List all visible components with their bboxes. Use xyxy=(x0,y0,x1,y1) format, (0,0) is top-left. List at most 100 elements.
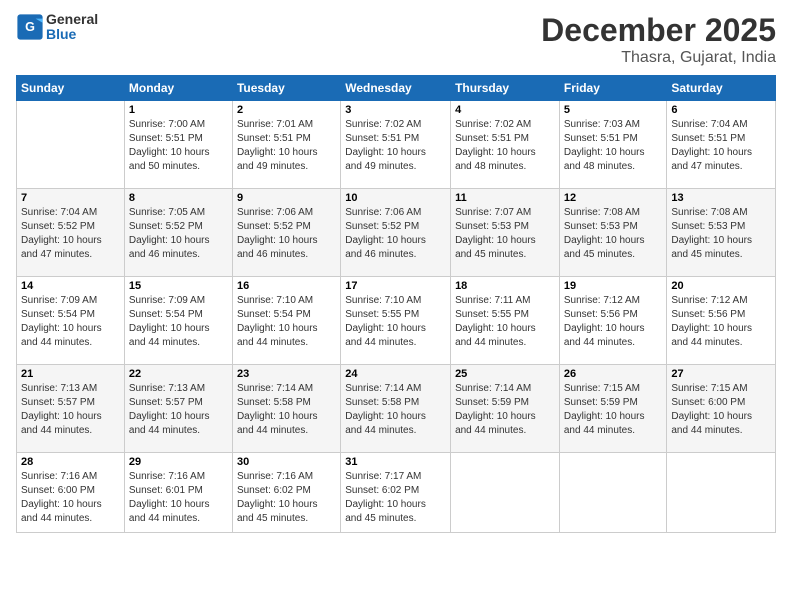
week-row-2: 7Sunrise: 7:04 AM Sunset: 5:52 PM Daylig… xyxy=(17,189,776,277)
weekday-header-sunday: Sunday xyxy=(17,76,125,101)
day-number: 2 xyxy=(237,104,336,116)
calendar-cell: 11 Sunrise: 7:07 AM Sunset: 5:53 PM Dayli… xyxy=(451,189,560,277)
calendar-cell: 27 Sunrise: 7:15 AM Sunset: 6:00 PM Dayli… xyxy=(667,365,776,453)
weekday-header-friday: Friday xyxy=(559,76,667,101)
day-info: Sunrise: 7:11 AM Sunset: 5:55 PM Dayligh… xyxy=(455,294,555,350)
day-number: 8 xyxy=(129,192,228,204)
calendar-cell: 12 Sunrise: 7:08 AM Sunset: 5:53 PM Dayli… xyxy=(559,189,667,277)
logo-icon: G xyxy=(16,13,44,41)
calendar-cell: 30 Sunrise: 7:16 AM Sunset: 6:02 PM Dayli… xyxy=(232,453,340,533)
day-number: 27 xyxy=(671,368,771,380)
calendar-cell: 31Sunrise: 7:17 AM Sunset: 6:02 PM Dayli… xyxy=(341,453,451,533)
day-number: 21 xyxy=(21,368,120,380)
day-number: 18 xyxy=(455,280,555,292)
calendar-cell: 8 Sunrise: 7:05 AM Sunset: 5:52 PM Daylig… xyxy=(124,189,232,277)
calendar-cell: 24 Sunrise: 7:14 AM Sunset: 5:58 PM Dayli… xyxy=(341,365,451,453)
calendar-cell: 20 Sunrise: 7:12 AM Sunset: 5:56 PM Dayli… xyxy=(667,277,776,365)
calendar-cell: 3Sunrise: 7:02 AM Sunset: 5:51 PM Daylig… xyxy=(341,101,451,189)
calendar-cell: 15 Sunrise: 7:09 AM Sunset: 5:54 PM Dayli… xyxy=(124,277,232,365)
day-number: 25 xyxy=(455,368,555,380)
weekday-header-tuesday: Tuesday xyxy=(232,76,340,101)
calendar-cell: 16Sunrise: 7:10 AM Sunset: 5:54 PM Dayli… xyxy=(232,277,340,365)
day-info: Sunrise: 7:12 AM Sunset: 5:56 PM Dayligh… xyxy=(671,294,771,350)
logo-blue: Blue xyxy=(46,27,98,42)
weekday-header-wednesday: Wednesday xyxy=(341,76,451,101)
day-info: Sunrise: 7:13 AM Sunset: 5:57 PM Dayligh… xyxy=(21,382,120,438)
day-info: Sunrise: 7:14 AM Sunset: 5:59 PM Dayligh… xyxy=(455,382,555,438)
day-info: Sunrise: 7:06 AM Sunset: 5:52 PM Dayligh… xyxy=(237,206,336,262)
day-info: Sunrise: 7:12 AM Sunset: 5:56 PM Dayligh… xyxy=(564,294,663,350)
day-info: Sunrise: 7:16 AM Sunset: 6:01 PM Dayligh… xyxy=(129,470,228,526)
svg-text:G: G xyxy=(25,21,35,35)
day-number: 6 xyxy=(671,104,771,116)
month-title: December 2025 xyxy=(541,12,776,49)
calendar-cell: 26Sunrise: 7:15 AM Sunset: 5:59 PM Dayli… xyxy=(559,365,667,453)
calendar-cell: 29Sunrise: 7:16 AM Sunset: 6:01 PM Dayli… xyxy=(124,453,232,533)
day-number: 16 xyxy=(237,280,336,292)
weekday-header-monday: Monday xyxy=(124,76,232,101)
calendar-cell xyxy=(17,101,125,189)
calendar-cell: 4Sunrise: 7:02 AM Sunset: 5:51 PM Daylig… xyxy=(451,101,560,189)
calendar-table: SundayMondayTuesdayWednesdayThursdayFrid… xyxy=(16,75,776,533)
day-number: 13 xyxy=(671,192,771,204)
calendar-cell: 7Sunrise: 7:04 AM Sunset: 5:52 PM Daylig… xyxy=(17,189,125,277)
week-row-4: 21 Sunrise: 7:13 AM Sunset: 5:57 PM Dayli… xyxy=(17,365,776,453)
day-info: Sunrise: 7:07 AM Sunset: 5:53 PM Dayligh… xyxy=(455,206,555,262)
page: G General Blue December 2025 Thasra, Guj… xyxy=(0,0,792,612)
day-info: Sunrise: 7:17 AM Sunset: 6:02 PM Dayligh… xyxy=(345,470,446,526)
day-number: 19 xyxy=(564,280,663,292)
weekday-header-thursday: Thursday xyxy=(451,76,560,101)
day-info: Sunrise: 7:00 AM Sunset: 5:51 PM Dayligh… xyxy=(129,118,228,174)
day-number: 30 xyxy=(237,456,336,468)
week-row-3: 14 Sunrise: 7:09 AM Sunset: 5:54 PM Dayli… xyxy=(17,277,776,365)
calendar-cell: 21 Sunrise: 7:13 AM Sunset: 5:57 PM Dayli… xyxy=(17,365,125,453)
day-info: Sunrise: 7:05 AM Sunset: 5:52 PM Dayligh… xyxy=(129,206,228,262)
day-info: Sunrise: 7:15 AM Sunset: 5:59 PM Dayligh… xyxy=(564,382,663,438)
day-number: 17 xyxy=(345,280,446,292)
calendar-cell xyxy=(451,453,560,533)
day-info: Sunrise: 7:16 AM Sunset: 6:00 PM Dayligh… xyxy=(21,470,120,526)
weekday-header-row: SundayMondayTuesdayWednesdayThursdayFrid… xyxy=(17,76,776,101)
day-info: Sunrise: 7:04 AM Sunset: 5:51 PM Dayligh… xyxy=(671,118,771,174)
calendar-cell: 28 Sunrise: 7:16 AM Sunset: 6:00 PM Dayli… xyxy=(17,453,125,533)
day-number: 24 xyxy=(345,368,446,380)
calendar-cell: 23Sunrise: 7:14 AM Sunset: 5:58 PM Dayli… xyxy=(232,365,340,453)
calendar-cell xyxy=(559,453,667,533)
day-number: 12 xyxy=(564,192,663,204)
calendar-cell: 22 Sunrise: 7:13 AM Sunset: 5:57 PM Dayli… xyxy=(124,365,232,453)
day-info: Sunrise: 7:14 AM Sunset: 5:58 PM Dayligh… xyxy=(345,382,446,438)
calendar-cell: 19 Sunrise: 7:12 AM Sunset: 5:56 PM Dayli… xyxy=(559,277,667,365)
day-info: Sunrise: 7:13 AM Sunset: 5:57 PM Dayligh… xyxy=(129,382,228,438)
day-info: Sunrise: 7:09 AM Sunset: 5:54 PM Dayligh… xyxy=(129,294,228,350)
day-number: 15 xyxy=(129,280,228,292)
calendar-cell: 17Sunrise: 7:10 AM Sunset: 5:55 PM Dayli… xyxy=(341,277,451,365)
week-row-5: 28 Sunrise: 7:16 AM Sunset: 6:00 PM Dayli… xyxy=(17,453,776,533)
calendar-cell: 13 Sunrise: 7:08 AM Sunset: 5:53 PM Dayli… xyxy=(667,189,776,277)
day-number: 10 xyxy=(345,192,446,204)
weekday-header-saturday: Saturday xyxy=(667,76,776,101)
day-info: Sunrise: 7:08 AM Sunset: 5:53 PM Dayligh… xyxy=(564,206,663,262)
day-info: Sunrise: 7:03 AM Sunset: 5:51 PM Dayligh… xyxy=(564,118,663,174)
calendar-cell: 10 Sunrise: 7:06 AM Sunset: 5:52 PM Dayli… xyxy=(341,189,451,277)
day-number: 22 xyxy=(129,368,228,380)
day-info: Sunrise: 7:16 AM Sunset: 6:02 PM Dayligh… xyxy=(237,470,336,526)
day-info: Sunrise: 7:06 AM Sunset: 5:52 PM Dayligh… xyxy=(345,206,446,262)
header: G General Blue December 2025 Thasra, Guj… xyxy=(16,12,776,67)
day-info: Sunrise: 7:15 AM Sunset: 6:00 PM Dayligh… xyxy=(671,382,771,438)
day-number: 3 xyxy=(345,104,446,116)
day-info: Sunrise: 7:02 AM Sunset: 5:51 PM Dayligh… xyxy=(455,118,555,174)
calendar-cell xyxy=(667,453,776,533)
day-number: 28 xyxy=(21,456,120,468)
calendar-cell: 18 Sunrise: 7:11 AM Sunset: 5:55 PM Dayli… xyxy=(451,277,560,365)
day-number: 20 xyxy=(671,280,771,292)
day-number: 1 xyxy=(129,104,228,116)
day-number: 23 xyxy=(237,368,336,380)
day-number: 14 xyxy=(21,280,120,292)
day-number: 11 xyxy=(455,192,555,204)
day-info: Sunrise: 7:08 AM Sunset: 5:53 PM Dayligh… xyxy=(671,206,771,262)
week-row-1: 1 Sunrise: 7:00 AM Sunset: 5:51 PM Daylig… xyxy=(17,101,776,189)
title-block: December 2025 Thasra, Gujarat, India xyxy=(541,12,776,67)
day-info: Sunrise: 7:04 AM Sunset: 5:52 PM Dayligh… xyxy=(21,206,120,262)
logo-general: General xyxy=(46,11,98,27)
calendar-cell: 25 Sunrise: 7:14 AM Sunset: 5:59 PM Dayli… xyxy=(451,365,560,453)
